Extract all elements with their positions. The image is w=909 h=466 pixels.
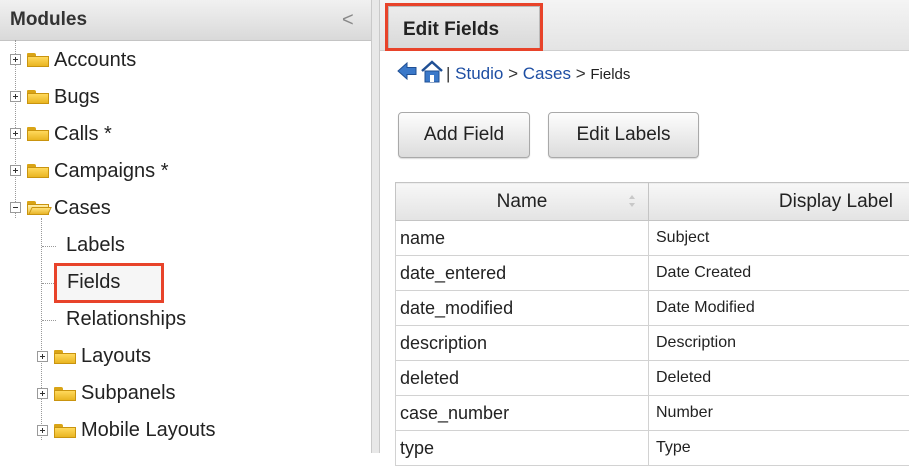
folder-icon [54, 387, 76, 401]
tree-item-calls[interactable]: Calls * [54, 123, 112, 146]
fields-highlight [54, 263, 164, 303]
collapse-minus-icon[interactable] [10, 202, 21, 213]
expand-plus-icon[interactable] [37, 351, 48, 362]
modules-title: Modules [10, 9, 87, 31]
tree-line [42, 320, 56, 321]
tab-bar: Edit Fields [380, 0, 909, 51]
tree-item-subpanels[interactable]: Subpanels [81, 382, 176, 405]
display-label-cell: Deleted [649, 361, 909, 396]
tab-highlight [385, 3, 543, 51]
tree-item-layouts[interactable]: Layouts [81, 345, 151, 368]
sort-icon[interactable] [628, 194, 636, 208]
field-name-cell[interactable]: name [396, 221, 649, 256]
display-label-cell: Type [649, 431, 909, 466]
folder-icon [27, 53, 49, 67]
table-row[interactable]: typeType [396, 431, 909, 466]
column-header-display-label[interactable]: Display Label [649, 183, 909, 221]
edit-labels-button[interactable]: Edit Labels [548, 112, 699, 158]
table-row[interactable]: deletedDeleted [396, 361, 909, 396]
field-name-cell[interactable]: date_modified [396, 291, 649, 326]
tree-item-bugs[interactable]: Bugs [54, 86, 100, 109]
breadcrumb-current: Fields [590, 66, 630, 83]
folder-icon [27, 127, 49, 141]
table-row[interactable]: case_numberNumber [396, 396, 909, 431]
breadcrumb: | Studio > Cases > Fields [446, 64, 630, 90]
tree-item-relationships[interactable]: Relationships [66, 308, 186, 331]
breadcrumb-separator: > [508, 64, 518, 83]
field-name-cell[interactable]: deleted [396, 361, 649, 396]
tree-line [41, 218, 42, 440]
tree-item-labels[interactable]: Labels [66, 234, 125, 257]
folder-icon [54, 424, 76, 438]
modules-header: Modules < [0, 0, 371, 41]
breadcrumb-studio-link[interactable]: Studio [455, 64, 503, 83]
expand-plus-icon[interactable] [10, 91, 21, 102]
display-label-cell: Date Created [649, 256, 909, 291]
display-label-cell: Number [649, 396, 909, 431]
modules-panel: Modules < Accounts Bugs Calls * Campaign… [0, 0, 371, 453]
folder-icon [27, 164, 49, 178]
tree-item-accounts[interactable]: Accounts [54, 49, 136, 72]
fields-table: Name Display Label nameSubject date_ente… [395, 182, 909, 466]
table-row[interactable]: nameSubject [396, 221, 909, 256]
field-name-cell[interactable]: description [396, 326, 649, 361]
column-header-label: Name [497, 191, 548, 212]
display-label-cell: Description [649, 326, 909, 361]
expand-plus-icon[interactable] [37, 388, 48, 399]
table-row[interactable]: date_enteredDate Created [396, 256, 909, 291]
expand-plus-icon[interactable] [10, 128, 21, 139]
folder-open-icon [27, 201, 49, 215]
tree-item-cases[interactable]: Cases [54, 197, 111, 220]
panel-resize-divider[interactable] [371, 0, 380, 453]
chevron-left-icon[interactable]: < [342, 9, 354, 32]
home-icon[interactable] [421, 60, 443, 84]
add-field-button[interactable]: Add Field [398, 112, 530, 158]
tree-line [42, 246, 56, 247]
back-arrow-icon[interactable] [396, 60, 418, 82]
table-row[interactable]: descriptionDescription [396, 326, 909, 361]
field-name-cell[interactable]: type [396, 431, 649, 466]
module-tree: Accounts Bugs Calls * Campaigns * Cases … [0, 40, 371, 453]
display-label-cell: Date Modified [649, 291, 909, 326]
table-header-row: Name Display Label [396, 183, 909, 221]
field-name-cell[interactable]: case_number [396, 396, 649, 431]
display-label-cell: Subject [649, 221, 909, 256]
breadcrumb-separator: | [446, 64, 450, 83]
breadcrumb-cases-link[interactable]: Cases [523, 64, 571, 83]
column-header-label: Display Label [779, 191, 893, 212]
folder-icon [27, 90, 49, 104]
column-header-name[interactable]: Name [396, 183, 649, 221]
folder-icon [54, 350, 76, 364]
content-panel: Edit Fields | Studio > Cases > Fields Ad… [380, 0, 909, 453]
expand-plus-icon[interactable] [37, 425, 48, 436]
expand-plus-icon[interactable] [10, 54, 21, 65]
tree-item-campaigns[interactable]: Campaigns * [54, 160, 169, 183]
field-name-cell[interactable]: date_entered [396, 256, 649, 291]
breadcrumb-separator: > [576, 64, 586, 83]
tree-item-mobile-layouts[interactable]: Mobile Layouts [81, 419, 216, 442]
table-row[interactable]: date_modifiedDate Modified [396, 291, 909, 326]
expand-plus-icon[interactable] [10, 165, 21, 176]
